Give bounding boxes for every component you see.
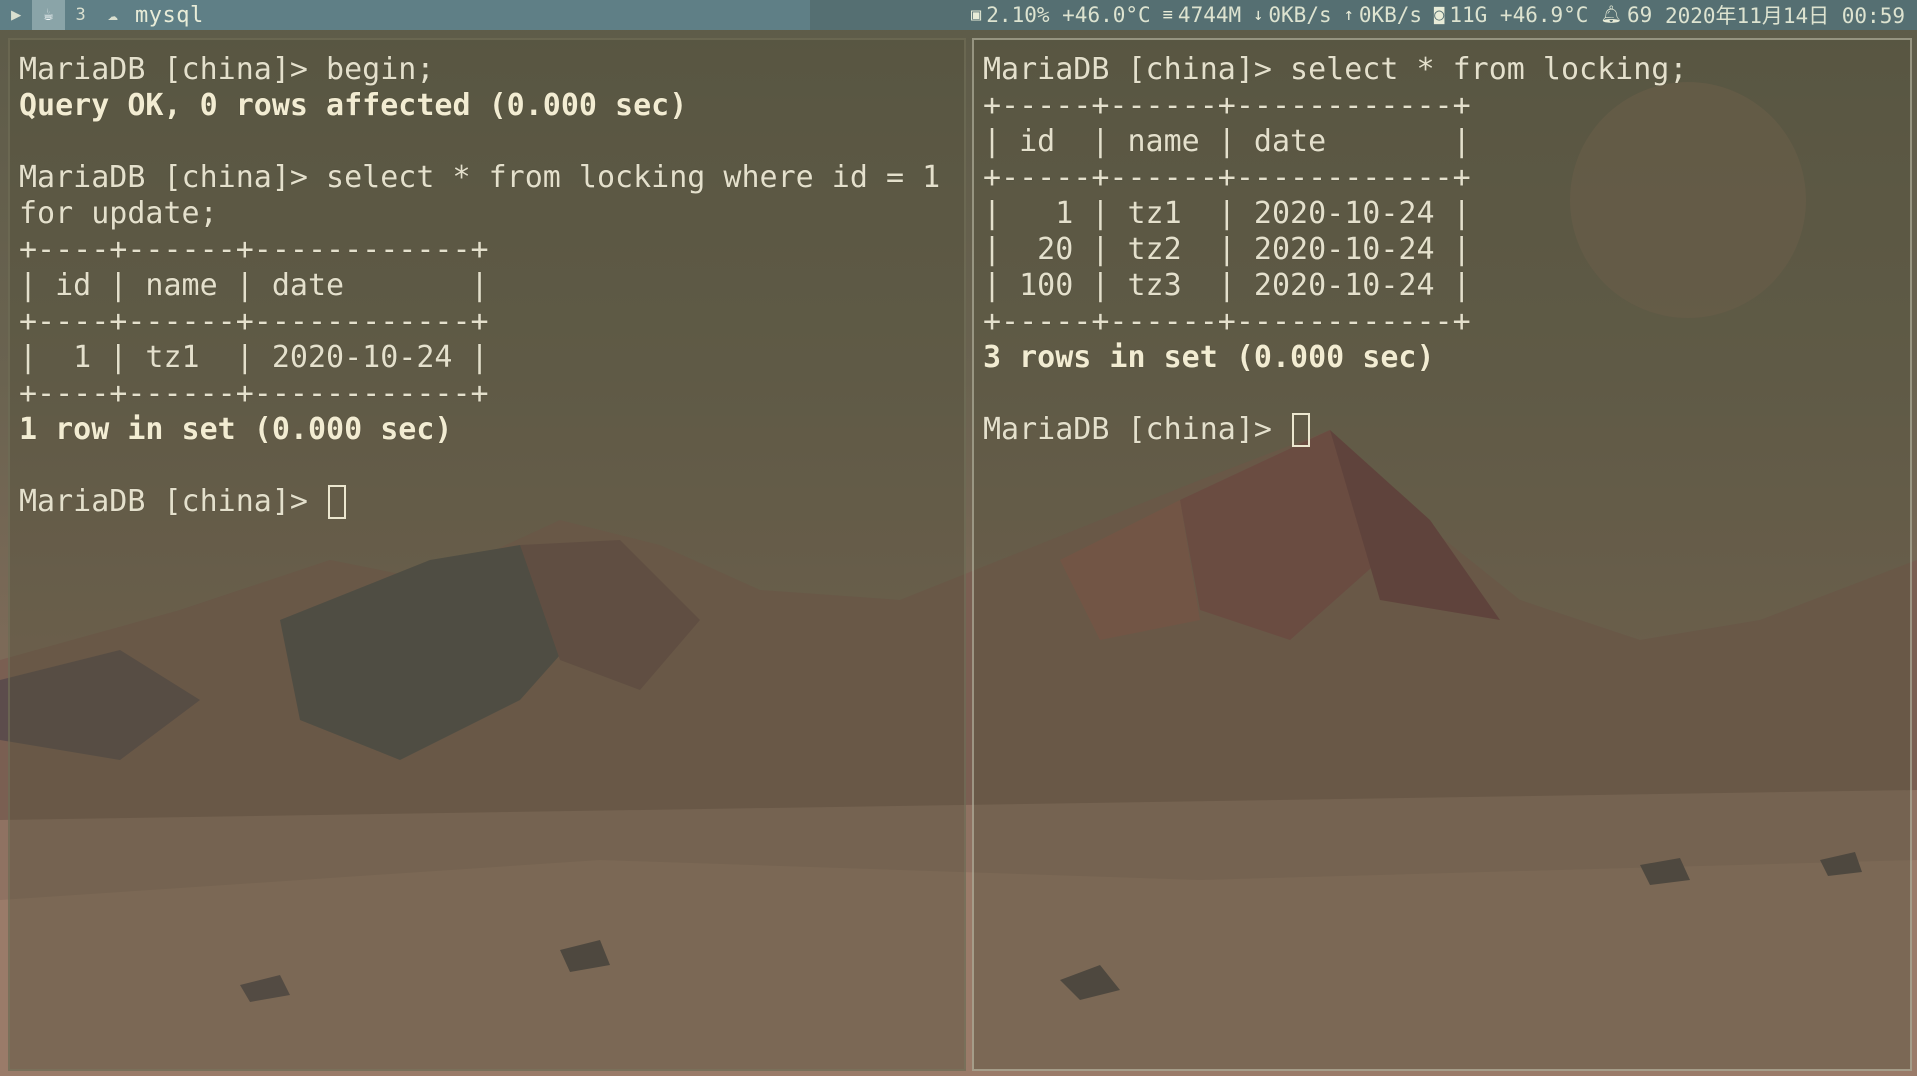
workspace-cloud-button[interactable]: ☁ — [97, 0, 129, 30]
terminal-line: +-----+------+------------+ — [983, 304, 1471, 339]
text-cursor — [1292, 413, 1311, 447]
terminal-line: +----+------+------------+ — [19, 232, 489, 267]
terminal-line: | 1 | tz1 | 2020-10-24 | — [983, 196, 1471, 231]
right-terminal-window[interactable]: MariaDB [china]> select * from locking; +… — [972, 38, 1912, 1071]
workspace-terminal-button[interactable]: ▶ — [0, 0, 32, 30]
upload-rate: 0KB/s — [1358, 3, 1423, 27]
workspace-3-button[interactable]: 3 — [65, 0, 97, 30]
memory-usage: 4744M — [1177, 3, 1242, 27]
terminal-icon: ▶ — [11, 5, 22, 25]
terminal-line: 3 rows in set (0.000 sec) — [983, 340, 1435, 375]
notification-count[interactable]: 69 — [1627, 3, 1652, 27]
terminal-line: | id | name | date | — [983, 124, 1471, 159]
terminal-line: MariaDB [china]> select * from locking; — [983, 52, 1688, 87]
workspace-coffee-button[interactable]: ☕ — [32, 0, 65, 30]
terminal-line: | id | name | date | — [19, 268, 489, 303]
cpu-icon: ▣ — [971, 5, 982, 25]
disk-icon: ◙ — [1434, 5, 1445, 25]
terminal-prompt-line[interactable]: MariaDB [china]> — [983, 412, 1687, 448]
disk-free: 11G — [1449, 3, 1488, 27]
download-arrow-icon: ↓ — [1253, 5, 1264, 25]
download-rate: 0KB/s — [1268, 3, 1332, 27]
terminal-prompt-line[interactable]: MariaDB [china]> — [19, 484, 940, 520]
cpu-usage: 2.10% — [986, 3, 1050, 27]
upload-arrow-icon: ↑ — [1343, 5, 1354, 25]
left-terminal-output: MariaDB [china]> begin; Query OK, 0 rows … — [19, 52, 940, 520]
cloud-icon: ☁ — [107, 5, 118, 25]
terminal-line: | 20 | tz2 | 2020-10-24 | — [983, 232, 1471, 267]
coffee-icon: ☕ — [43, 5, 54, 25]
disk-temperature: +46.9°C — [1499, 3, 1589, 27]
terminal-line: +-----+------+------------+ — [983, 88, 1471, 123]
workspace-3-icon: 3 — [75, 5, 86, 25]
bell-icon[interactable]: 🔔︎ — [1600, 5, 1622, 25]
terminal-line: | 1 | tz1 | 2020-10-24 | — [19, 340, 489, 375]
window-title: mysql — [135, 2, 204, 28]
terminal-line: +----+------+------------+ — [19, 304, 489, 339]
shell-prompt: MariaDB [china]> — [19, 484, 327, 519]
terminal-line: +-----+------+------------+ — [983, 160, 1471, 195]
clock: 2020年11月14日 00:59 — [1664, 4, 1905, 28]
text-cursor — [328, 485, 347, 519]
right-terminal-output: MariaDB [china]> select * from locking; +… — [983, 52, 1687, 448]
terminal-line: 1 row in set (0.000 sec) — [19, 412, 453, 447]
terminal-line: MariaDB [china]> select * from locking w… — [19, 160, 941, 195]
terminal-line: | 100 | tz3 | 2020-10-24 | — [983, 268, 1471, 303]
terminal-line: for update; — [19, 196, 218, 231]
terminal-line: Query OK, 0 rows affected (0.000 sec) — [19, 88, 688, 123]
left-terminal-window[interactable]: MariaDB [china]> begin; Query OK, 0 rows … — [8, 38, 966, 1071]
cpu-temperature: +46.0°C — [1062, 3, 1151, 27]
shell-prompt: MariaDB [china]> — [983, 412, 1291, 447]
status-bar: ▣ 2.10% +46.0°C ≡ 4744M ↓ 0KB/s ↑ 0KB/s … — [810, 0, 1917, 30]
terminal-line: +----+------+------------+ — [19, 376, 489, 411]
top-panel: ▶ ☕ 3 ☁ mysql ▣ 2.10% +46.0°C ≡ 4744M ↓ … — [0, 0, 1917, 30]
terminal-line: MariaDB [china]> begin; — [19, 52, 435, 87]
memory-icon: ≡ — [1162, 5, 1173, 25]
